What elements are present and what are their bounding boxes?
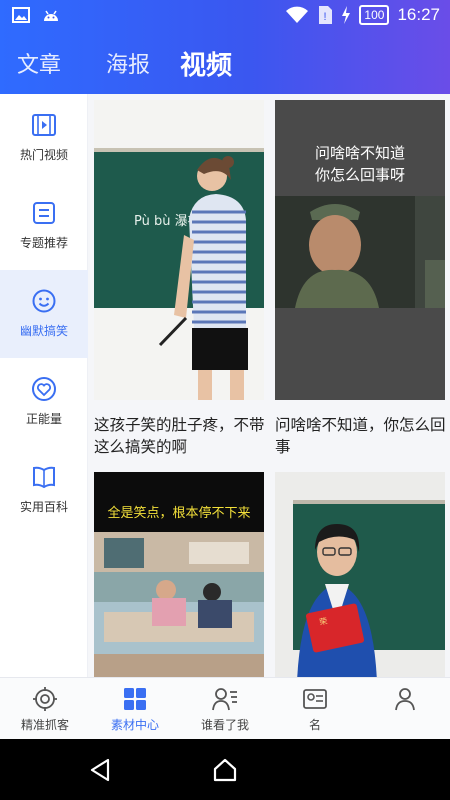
clock: 16:27 bbox=[397, 5, 440, 24]
video-overlay-caption: 全是笑点，根本停不下来 bbox=[107, 505, 250, 521]
video-thumbnail[interactable]: 问啥啥不知道 你怎么回事呀 bbox=[275, 100, 445, 400]
nav-who-viewed-me[interactable]: 谁看了我 bbox=[180, 678, 270, 740]
bottom-navigation: 精准抓客 素材中心 谁看了我 名 bbox=[0, 677, 450, 739]
profile-icon bbox=[395, 688, 415, 711]
charging-icon bbox=[342, 6, 351, 24]
nav-precise-leads[interactable]: 精准抓客 bbox=[0, 678, 90, 740]
sidebar-item-label: 专题推荐 bbox=[19, 236, 68, 250]
video-card[interactable]: 荣 bbox=[275, 472, 445, 677]
sidebar-item-label: 热门视频 bbox=[19, 148, 68, 162]
nav-label: 精准抓客 bbox=[20, 718, 69, 732]
video-title[interactable]: 问啥啥不知道，你怎么回事 bbox=[275, 414, 450, 458]
sidebar-item-encyclopedia[interactable]: 实用百科 bbox=[0, 446, 88, 534]
svg-text:!: ! bbox=[324, 11, 327, 23]
video-thumbnail[interactable]: Pù bù 瀑布 bbox=[94, 100, 264, 400]
sidebar-item-hot-videos[interactable]: 热门视频 bbox=[0, 94, 88, 182]
film-icon bbox=[32, 114, 56, 136]
sidebar-item-featured-topics[interactable]: 专题推荐 bbox=[0, 182, 88, 270]
video-card[interactable]: 全是笑点，根本停不下来 bbox=[94, 472, 264, 677]
video-thumbnail[interactable]: 荣 bbox=[275, 472, 445, 677]
book-icon bbox=[33, 466, 55, 489]
video-thumbnail[interactable]: 全是笑点，根本停不下来 bbox=[94, 472, 264, 677]
sidebar-item-label: 幽默搞笑 bbox=[19, 324, 68, 338]
app-header: ! 100 16:27 文章 海报 视频 bbox=[0, 0, 450, 94]
category-sidebar: 热门视频 专题推荐 幽默搞笑 正能量 实用百科 bbox=[0, 94, 88, 677]
nav-profile[interactable] bbox=[360, 678, 450, 740]
tab-videos[interactable]: 视频 bbox=[180, 45, 232, 82]
user-list-icon bbox=[212, 688, 237, 711]
sidebar-item-label: 正能量 bbox=[25, 412, 62, 426]
system-navigation-bar bbox=[0, 739, 450, 800]
sidebar-item-positive-energy[interactable]: 正能量 bbox=[0, 358, 88, 446]
nav-label: 名 bbox=[308, 718, 321, 732]
classroom-thumbnail: Pù bù 瀑布 bbox=[94, 100, 264, 400]
nav-material-center[interactable]: 素材中心 bbox=[90, 678, 180, 740]
meme-thumbnail: 问啥啥不知道 你怎么回事呀 bbox=[275, 100, 445, 400]
tab-articles[interactable]: 文章 bbox=[17, 47, 61, 79]
video-card[interactable]: 问啥啥不知道 你怎么回事呀 问啥啥不知道，你怎么回事 bbox=[275, 100, 446, 460]
status-bar: ! 100 16:27 bbox=[0, 0, 450, 32]
tab-posters[interactable]: 海报 bbox=[106, 47, 150, 79]
wifi-icon bbox=[286, 6, 309, 23]
card-icon bbox=[303, 689, 327, 709]
meme-caption-line2: 你怎么回事呀 bbox=[315, 166, 405, 184]
home-icon[interactable] bbox=[212, 757, 238, 783]
video-card[interactable]: Pù bù 瀑布 这孩子笑的肚子疼，不带这么搞笑的啊 bbox=[94, 100, 265, 460]
sidebar-item-label: 实用百科 bbox=[19, 500, 68, 514]
sim-alert-icon: ! bbox=[319, 6, 333, 24]
back-icon[interactable] bbox=[88, 758, 112, 782]
list-icon bbox=[33, 202, 55, 224]
meme-caption-line1: 问啥啥不知道 bbox=[315, 144, 405, 162]
battery-level: 100 bbox=[359, 5, 390, 25]
video-grid: Pù bù 瀑布 这孩子笑的肚子疼，不带这么搞笑的啊 问啥啥不知道 你怎么回事呀… bbox=[88, 94, 450, 677]
grid-icon bbox=[124, 688, 146, 710]
target-icon bbox=[33, 687, 57, 711]
android-notification-icon bbox=[44, 10, 58, 21]
nav-business-card[interactable]: 名 bbox=[270, 678, 360, 740]
gallery-notification-icon bbox=[12, 7, 30, 23]
bedroom-thumbnail: 全是笑点，根本停不下来 bbox=[94, 472, 264, 677]
top-tab-bar: 文章 海报 视频 bbox=[0, 44, 260, 82]
student-thumbnail: 荣 bbox=[275, 472, 445, 677]
nav-label: 素材中心 bbox=[110, 718, 159, 732]
heart-icon bbox=[32, 377, 56, 401]
video-title[interactable]: 这孩子笑的肚子疼，不带这么搞笑的啊 bbox=[94, 414, 272, 458]
smile-icon bbox=[32, 289, 56, 313]
sidebar-item-humor[interactable]: 幽默搞笑 bbox=[0, 270, 88, 358]
nav-label: 谁看了我 bbox=[200, 718, 249, 732]
